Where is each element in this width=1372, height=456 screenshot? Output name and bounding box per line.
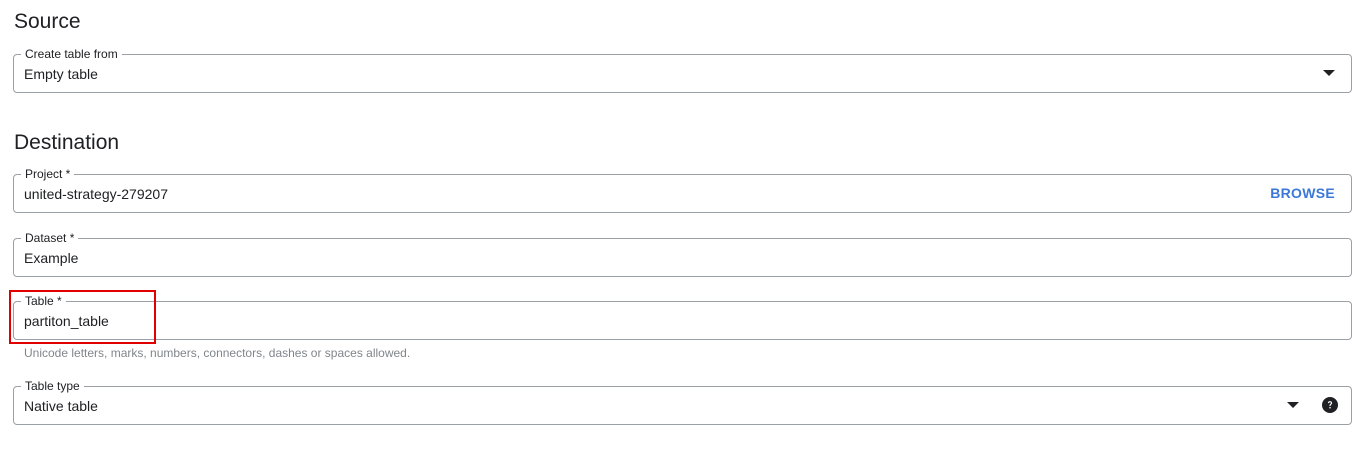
create-table-from-value: Empty table: [24, 66, 98, 82]
chevron-down-icon[interactable]: [1323, 70, 1335, 76]
table-name-value: partiton_table: [24, 313, 109, 329]
project-value: united-strategy-279207: [24, 186, 168, 202]
create-table-form: Source Create table from Empty table Des…: [0, 0, 1372, 456]
table-name-field[interactable]: Table * partiton_table: [13, 294, 1352, 340]
help-icon[interactable]: [1322, 397, 1338, 413]
project-label: Project *: [21, 167, 75, 181]
create-table-from-select[interactable]: Create table from Empty table: [13, 47, 1352, 93]
table-name-hint: Unicode letters, marks, numbers, connect…: [24, 346, 411, 360]
table-type-label: Table type: [21, 379, 84, 393]
table-type-select[interactable]: Table type Native table: [13, 379, 1352, 425]
dataset-field[interactable]: Dataset * Example: [13, 231, 1352, 277]
source-heading: Source: [14, 10, 81, 33]
dataset-label: Dataset *: [21, 231, 79, 245]
browse-button[interactable]: BROWSE: [1270, 185, 1335, 201]
create-table-from-label: Create table from: [21, 47, 122, 61]
destination-heading: Destination: [14, 131, 120, 154]
table-type-value: Native table: [24, 398, 98, 414]
dataset-value: Example: [24, 250, 79, 266]
table-name-label: Table *: [21, 294, 66, 308]
project-field[interactable]: Project * united-strategy-279207 BROWSE: [13, 167, 1352, 213]
chevron-down-icon[interactable]: [1287, 402, 1299, 408]
